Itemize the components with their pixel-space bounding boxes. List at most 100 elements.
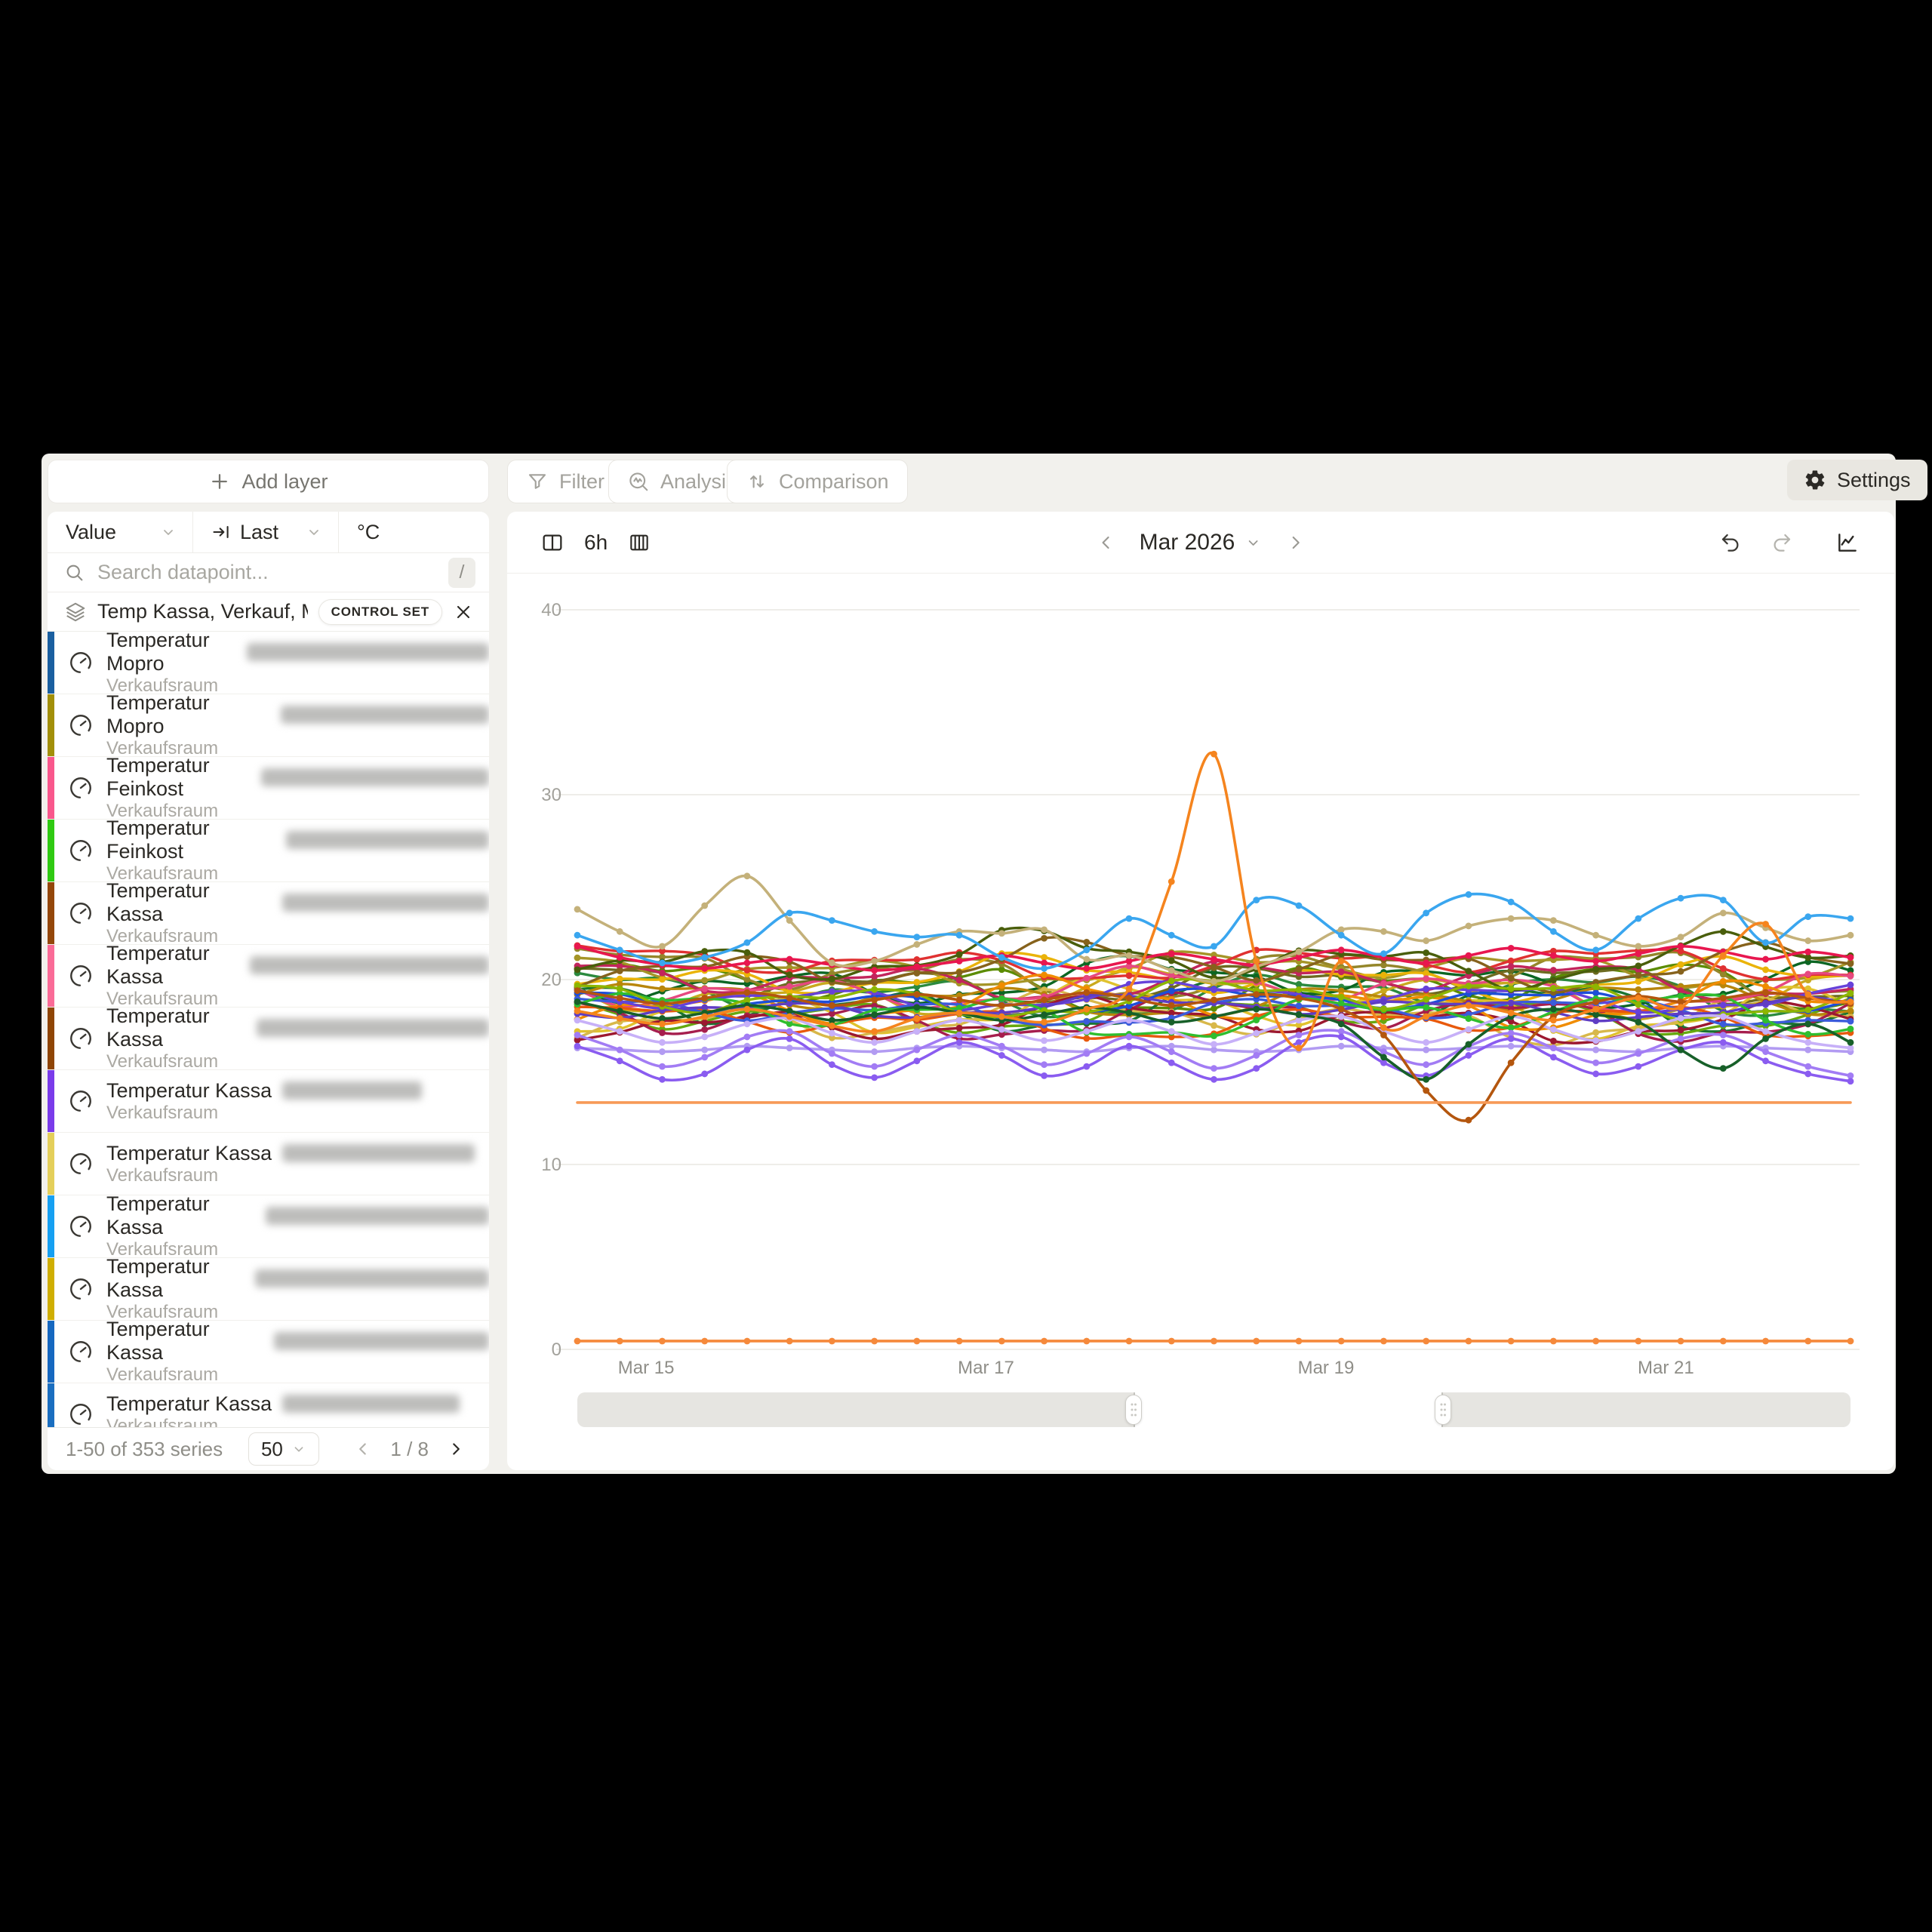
aggregation-select[interactable]: Last [193,512,339,552]
chevron-down-icon [305,523,323,541]
redo-icon[interactable] [1770,531,1793,554]
period-label: Mar 2026 [1140,530,1235,555]
list-item[interactable]: Temperatur KassaVerkaufsraum [48,1008,489,1070]
list-item[interactable]: Temperatur KassaVerkaufsraum [48,1321,489,1383]
series-subtitle: Verkaufsraum [106,1165,218,1186]
prev-period-icon[interactable] [1096,532,1117,553]
x-axis-label: Mar 17 [958,1358,1014,1378]
list-item[interactable]: Temperatur MoproVerkaufsraum [48,694,489,757]
series-info: Temperatur KassaVerkaufsraum [106,879,489,947]
timeline-scrollbar[interactable] [577,1392,1850,1427]
page-size-select[interactable]: 50 [248,1432,319,1466]
value-type-label: Value [66,521,116,544]
series-info: Temperatur KassaVerkaufsraum [106,1255,489,1323]
settings-button[interactable]: Settings [1787,460,1927,500]
search-input[interactable] [97,561,436,584]
list-item[interactable]: Temperatur KassaVerkaufsraum [48,1195,489,1258]
series-color-bar [48,1070,54,1132]
filter-icon [526,470,549,493]
filter-label: Filter [559,470,605,494]
page-indicator: 1 / 8 [390,1438,429,1461]
series-title: Temperatur Kassa [106,1318,263,1364]
comparison-icon [746,470,768,493]
add-layer-button[interactable]: Add layer [48,460,489,503]
chevron-down-icon [159,523,177,541]
series-subtitle: Verkaufsraum [106,1051,218,1072]
gauge-icon [67,649,94,676]
series-color-bar [48,632,54,694]
list-item[interactable]: Temperatur KassaVerkaufsraum [48,882,489,945]
list-item[interactable]: Temperatur KassaVerkaufsraum [48,945,489,1008]
undo-icon[interactable] [1719,531,1742,554]
series-info: Temperatur FeinkostVerkaufsraum [106,817,489,884]
settings-label: Settings [1837,469,1911,492]
layers-icon [64,601,87,623]
control-set-chip[interactable]: Temp Kassa, Verkauf, Mopro, Feink... CON… [48,592,489,632]
value-type-select[interactable]: Value [48,512,193,552]
analysis-label: Analysis [660,470,737,494]
list-item[interactable]: Temperatur FeinkostVerkaufsraum [48,820,489,882]
list-item[interactable]: Temperatur KassaVerkaufsraum [48,1383,489,1427]
series-color-bar [48,820,54,881]
series-title: Temperatur Kassa [106,1255,245,1302]
split-view-icon[interactable] [540,531,565,555]
comparison-button[interactable]: Comparison [727,460,908,503]
next-period-icon[interactable] [1284,532,1306,553]
series-info: Temperatur KassaVerkaufsraum [106,1004,489,1072]
series-title: Temperatur Kassa [106,942,239,989]
list-item[interactable]: Temperatur KassaVerkaufsraum [48,1258,489,1321]
x-axis-label: Mar 15 [618,1358,675,1378]
redacted-text [281,706,489,724]
series-color-bar [48,1008,54,1069]
series-title: Temperatur Kassa [106,1192,255,1239]
series-color-bar [48,694,54,756]
y-axis-label: 40 [541,600,561,620]
list-pagination: 1-50 of 353 series 50 1 / 8 [48,1427,489,1470]
x-axis-label: Mar 19 [1298,1358,1355,1378]
sidebar: Value Last °C [48,512,489,1470]
series-info: Temperatur KassaVerkaufsraum [106,1192,489,1260]
series-info: Temperatur FeinkostVerkaufsraum [106,754,489,822]
gauge-icon [67,1088,94,1115]
search-shortcut-key: / [448,558,475,588]
chevron-down-icon [291,1441,307,1457]
timeline-handle-left[interactable] [1125,1395,1142,1425]
control-set-label: Temp Kassa, Verkauf, Mopro, Feink... [97,600,308,623]
close-icon[interactable] [453,601,474,623]
chart-type-icon[interactable] [1835,531,1860,555]
series-title: Temperatur Kassa [106,1079,272,1103]
layer-config-row: Value Last °C [48,512,489,553]
series-list: Temperatur MoproVerkaufsraumTemperatur M… [48,632,489,1427]
gauge-icon [67,1401,94,1427]
redacted-text [247,643,489,661]
y-axis-label: 30 [541,785,561,805]
list-item[interactable]: Temperatur MoproVerkaufsraum [48,632,489,694]
next-page-button[interactable] [439,1432,472,1466]
series-title: Temperatur Kassa [106,1142,272,1165]
timeline-handle-right[interactable] [1435,1395,1451,1425]
x-axis-label: Mar 21 [1638,1358,1694,1378]
list-item[interactable]: Temperatur KassaVerkaufsraum [48,1070,489,1133]
search-icon [64,562,85,583]
prev-page-button[interactable] [346,1432,380,1466]
control-set-badge: CONTROL SET [318,599,442,625]
list-item[interactable]: Temperatur KassaVerkaufsraum [48,1133,489,1195]
filter-button[interactable]: Filter [507,460,623,503]
series-info: Temperatur MoproVerkaufsraum [106,691,489,759]
timeline-selection[interactable] [1134,1392,1443,1427]
search-bar: / [48,553,489,592]
gauge-icon [67,962,94,989]
unit-select[interactable]: °C [339,512,489,552]
timeseries-chart[interactable]: 010203040Mar 15Mar 17Mar 19Mar 21 [507,574,1894,1389]
interval-label[interactable]: 6h [584,531,608,555]
list-item[interactable]: Temperatur FeinkostVerkaufsraum [48,757,489,820]
table-columns-icon[interactable] [627,531,651,555]
series-subtitle: Verkaufsraum [106,1103,218,1123]
redacted-text [282,1395,460,1413]
add-layer-label: Add layer [242,470,328,494]
gauge-icon [67,900,94,927]
period-select[interactable]: Mar 2026 [1140,530,1263,555]
redacted-text [274,1332,489,1350]
plus-icon [208,470,231,493]
series-color-bar [48,882,54,944]
